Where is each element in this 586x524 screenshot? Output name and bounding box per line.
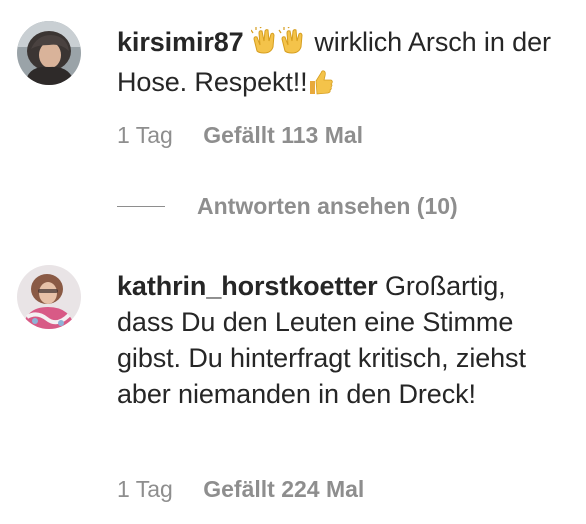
clapping-hands-icon <box>250 25 307 64</box>
comment-likes[interactable]: Gefällt 224 Mal <box>203 476 364 502</box>
comment-meta: 1 Tag Gefällt 224 Mal <box>117 476 364 503</box>
thumbs-up-icon <box>308 68 334 104</box>
replies-divider <box>117 205 165 207</box>
view-replies-button[interactable]: Antworten ansehen (10) <box>117 192 458 220</box>
comment-time[interactable]: 1 Tag <box>117 122 173 148</box>
comment-meta: 1 Tag Gefällt 113 Mal <box>117 122 363 149</box>
comment-space <box>244 27 251 57</box>
comment-text: kathrin_horstkoetter Großartig, dass Du … <box>117 268 557 412</box>
comment-username[interactable]: kathrin_horstkoetter <box>117 271 378 301</box>
comment-text: kirsimir87 wirklich Arsch in der Hose. R… <box>117 24 557 104</box>
comment-time[interactable]: 1 Tag <box>117 476 173 502</box>
avatar[interactable] <box>17 21 81 85</box>
view-replies-label: Antworten ansehen (10) <box>197 192 458 219</box>
comment-username[interactable]: kirsimir87 <box>117 27 244 57</box>
comment-likes[interactable]: Gefällt 113 Mal <box>203 122 363 148</box>
avatar[interactable] <box>17 265 81 329</box>
